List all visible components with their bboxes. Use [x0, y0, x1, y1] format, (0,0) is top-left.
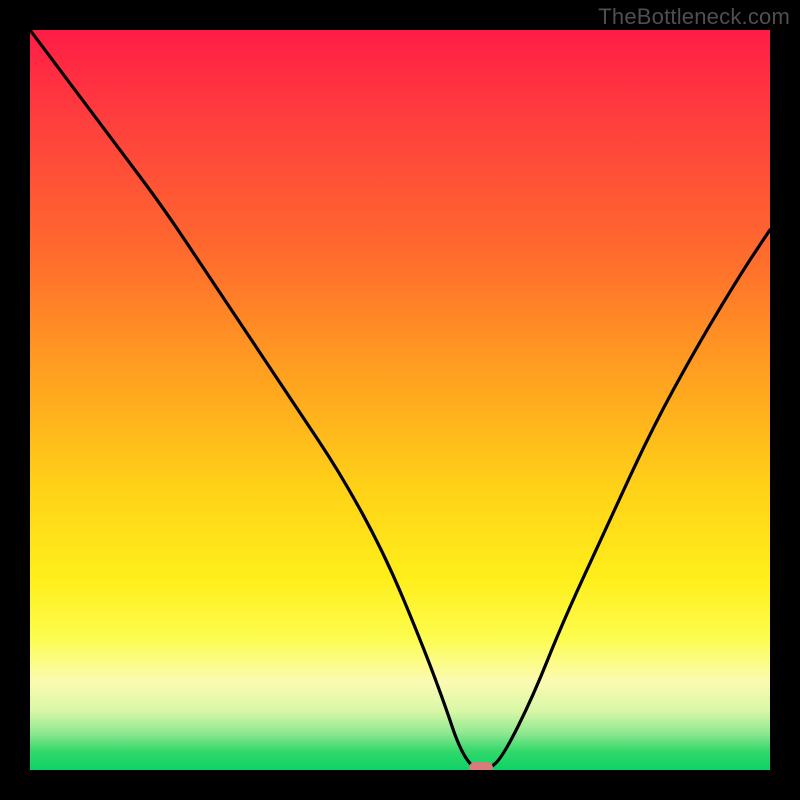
bottleneck-curve: [30, 30, 770, 770]
chart-frame: TheBottleneck.com: [0, 0, 800, 800]
plot-area: [30, 30, 770, 770]
watermark-text: TheBottleneck.com: [598, 4, 790, 30]
optimal-point-marker: [469, 762, 493, 770]
